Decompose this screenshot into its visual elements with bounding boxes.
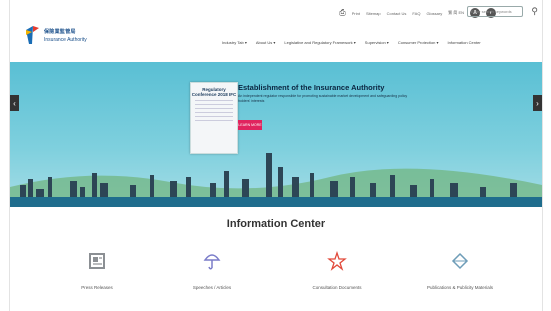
info-tiles: Press Releases Speeches / Articles Consu… (10, 251, 542, 311)
umbrella-icon (203, 254, 221, 270)
language-switch[interactable]: 繁 简 EN (448, 10, 464, 16)
nav-item-legislative[interactable]: Legislative and Regulatory Framework ▾ (284, 40, 355, 45)
util-link-sitemap[interactable]: Sitemap (366, 11, 381, 16)
tile-label: Publications & Publicity Materials (426, 285, 494, 290)
logo-chinese-text: 保險業監管局 (44, 28, 76, 35)
print-icon[interactable]: ⎙ (339, 8, 345, 18)
star-icon (327, 251, 347, 271)
tile-publications[interactable]: Publications & Publicity Materials (415, 251, 505, 290)
tile-speeches[interactable]: Speeches / Articles (167, 251, 257, 290)
hero-next-arrow-icon[interactable]: › (533, 95, 542, 111)
hero-prev-arrow-icon[interactable]: ‹ (10, 95, 19, 111)
city-skyline-image (10, 153, 542, 207)
search-icon[interactable]: ⚲ (531, 6, 538, 17)
nav-item-industry[interactable]: Industry Tab ▾ (222, 40, 247, 45)
hero-banner: ‹ › Regulatory Conference 2018 IFC Estab… (10, 62, 542, 207)
hero-headline: Establishment of the Insurance Authority (238, 83, 385, 92)
logo-mark-icon (24, 24, 40, 46)
util-link-print[interactable]: Print (352, 11, 360, 16)
nav-item-consumer[interactable]: Consumer Protection ▾ (398, 40, 439, 45)
poster-title: Regulatory Conference 2018 IFC (191, 87, 237, 97)
diamond-icon (451, 252, 469, 270)
tile-press-releases[interactable]: Press Releases (52, 251, 142, 290)
util-link-glossary[interactable]: Glossary (426, 11, 442, 16)
tile-consultation[interactable]: Consultation Documents (292, 251, 382, 290)
hero-description: An independent regulator responsible for… (238, 94, 408, 103)
tile-label: Speeches / Articles (192, 285, 232, 290)
nav-item-information[interactable]: Information Center (448, 40, 481, 45)
site-header: 保險業監管局 Insurance Authority ⎙ Print Sitem… (10, 0, 542, 62)
util-link-faq[interactable]: FAQ (412, 11, 420, 16)
learn-more-button[interactable]: LEARN MORE (238, 120, 262, 130)
logo-english-text: Insurance Authority (44, 36, 87, 43)
browser-viewport: 保險業監管局 Insurance Authority ⎙ Print Sitem… (9, 0, 543, 311)
main-nav: Industry Tab ▾ About Us ▾ Legislative an… (222, 40, 481, 45)
search-input[interactable]: Enter search keywords (467, 6, 523, 17)
nav-item-about[interactable]: About Us ▾ (256, 40, 276, 45)
hero-poster-image: Regulatory Conference 2018 IFC (190, 82, 238, 154)
tile-label: Consultation Documents (312, 285, 362, 290)
util-link-contact[interactable]: Contact Us (387, 11, 407, 16)
newspaper-icon (89, 253, 105, 269)
nav-item-supervision[interactable]: Supervision ▾ (365, 40, 389, 45)
information-center-title: Information Center (226, 218, 326, 230)
tile-label: Press Releases (81, 285, 113, 290)
hero-caption: Establishment of the Insurance Authority… (238, 84, 408, 103)
site-logo[interactable]: 保險業監管局 Insurance Authority (24, 24, 87, 46)
